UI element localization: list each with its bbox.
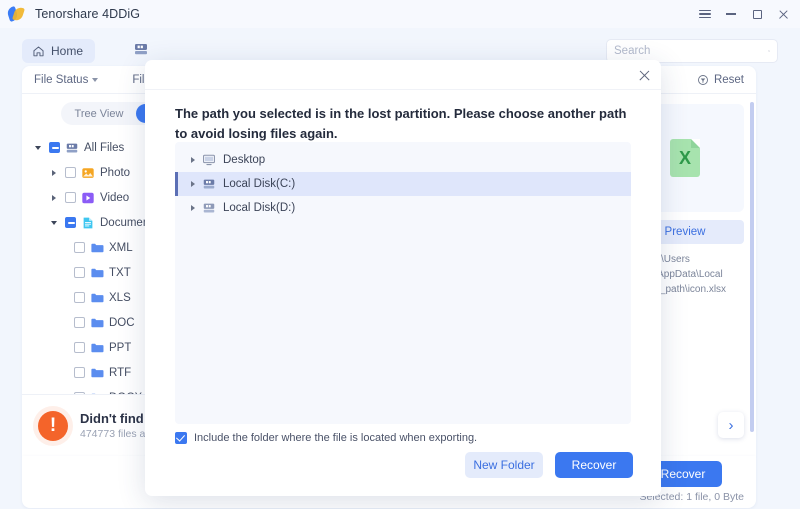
checkbox-txt[interactable] (74, 267, 85, 278)
filter-file-status-label: File Status (34, 74, 88, 86)
checkbox-ppt[interactable] (74, 342, 85, 353)
search-input[interactable] (614, 45, 768, 57)
reset-label: Reset (714, 74, 744, 86)
dialog-header (145, 60, 661, 90)
checkbox-document[interactable] (65, 217, 76, 228)
disk-icon (65, 141, 79, 155)
expand-arrow-right-icon[interactable] (191, 157, 195, 163)
search-icon (768, 45, 770, 57)
not-found-subtitle: 474773 files a (80, 428, 145, 440)
folder-icon (90, 266, 104, 280)
toggle-tree-view[interactable]: Tree View (63, 104, 136, 123)
document-icon (81, 216, 95, 230)
not-found-title: Didn't find (80, 411, 145, 426)
up-arrow-icon[interactable] (105, 42, 123, 60)
reset-icon (697, 74, 709, 86)
expand-arrow-down-icon[interactable] (32, 146, 44, 150)
disk-icon (202, 201, 216, 215)
expand-arrow-right-icon[interactable] (191, 181, 195, 187)
close-button[interactable] (770, 1, 796, 27)
tree-label: PPT (109, 342, 131, 354)
dialog-actions: New Folder Recover (465, 452, 633, 478)
xlsx-file-icon: X (670, 139, 700, 177)
app-title: Tenorshare 4DDiG (35, 7, 140, 21)
next-file-button[interactable]: › (718, 412, 744, 438)
filter-file-status[interactable]: File Status (34, 74, 98, 86)
home-button[interactable]: Home (22, 39, 95, 63)
title-bar: Tenorshare 4DDiG (0, 0, 800, 28)
tree-label: XML (109, 242, 133, 254)
path-item-local-disk-c[interactable]: Local Disk(C:) (175, 172, 631, 196)
checkbox-photo[interactable] (65, 167, 76, 178)
chevron-right-icon: › (729, 417, 734, 434)
dialog-recover-label: Recover (572, 458, 617, 472)
dialog-message: The path you selected is in the lost par… (175, 104, 631, 144)
dialog-close-icon[interactable] (636, 67, 653, 84)
recover-button-label: Recover (661, 467, 706, 481)
path-item-local-disk-d[interactable]: Local Disk(D:) (175, 196, 631, 220)
path-item-label: Local Disk(D:) (223, 202, 295, 214)
folder-icon (90, 291, 104, 305)
disk-icon[interactable] (133, 41, 149, 62)
expand-arrow-down-icon[interactable] (48, 221, 60, 225)
chevron-down-icon (92, 78, 98, 82)
tree-label: All Files (84, 142, 124, 154)
include-folder-checkbox[interactable] (175, 432, 187, 444)
folder-icon (90, 341, 104, 355)
path-tree: Desktop Local Disk(C:) (175, 142, 631, 424)
expand-arrow-right-icon[interactable] (48, 170, 60, 176)
new-folder-label: New Folder (473, 458, 534, 472)
folder-icon (90, 241, 104, 255)
home-icon (32, 45, 45, 58)
checkbox-doc[interactable] (74, 317, 85, 328)
tree-label: Video (100, 192, 129, 204)
minimize-button[interactable] (718, 1, 744, 27)
checkbox-video[interactable] (65, 192, 76, 203)
menu-icon[interactable] (692, 1, 718, 27)
tree-label: RTF (109, 367, 131, 379)
folder-icon (90, 366, 104, 380)
warning-icon: ! (38, 411, 68, 441)
app-logo-icon (8, 5, 26, 23)
checkbox-xml[interactable] (74, 242, 85, 253)
tree-label: DOC (109, 317, 135, 329)
photo-icon (81, 166, 95, 180)
tree-label: Photo (100, 167, 130, 179)
new-folder-button[interactable]: New Folder (465, 452, 543, 478)
path-item-label: Desktop (223, 154, 265, 166)
checkbox-all-files[interactable] (49, 142, 60, 153)
app-window: Tenorshare 4DDiG Home (0, 0, 800, 509)
folder-icon (90, 316, 104, 330)
maximize-button[interactable] (744, 1, 770, 27)
xlsx-file-icon-letter: X (679, 148, 691, 169)
dialog-recover-button[interactable]: Recover (555, 452, 633, 478)
checkbox-rtf[interactable] (74, 367, 85, 378)
path-item-desktop[interactable]: Desktop (175, 148, 631, 172)
home-label: Home (51, 44, 83, 58)
expand-arrow-right-icon[interactable] (191, 205, 195, 211)
include-folder-option[interactable]: Include the folder where the file is loc… (175, 432, 477, 444)
path-item-label: Local Disk(C:) (223, 178, 295, 190)
desktop-icon (202, 153, 216, 167)
choose-path-dialog: The path you selected is in the lost par… (145, 60, 661, 496)
disk-icon (202, 177, 216, 191)
vertical-scrollbar[interactable] (750, 102, 754, 432)
window-body: Home (0, 28, 800, 509)
checkbox-xls[interactable] (74, 292, 85, 303)
expand-arrow-right-icon[interactable] (48, 195, 60, 201)
tree-label: TXT (109, 267, 131, 279)
tree-label: XLS (109, 292, 131, 304)
reset-button[interactable]: Reset (697, 74, 744, 86)
preview-button-label: Preview (665, 226, 706, 238)
video-icon (81, 191, 95, 205)
window-controls (692, 1, 800, 27)
include-folder-label: Include the folder where the file is loc… (194, 432, 477, 444)
